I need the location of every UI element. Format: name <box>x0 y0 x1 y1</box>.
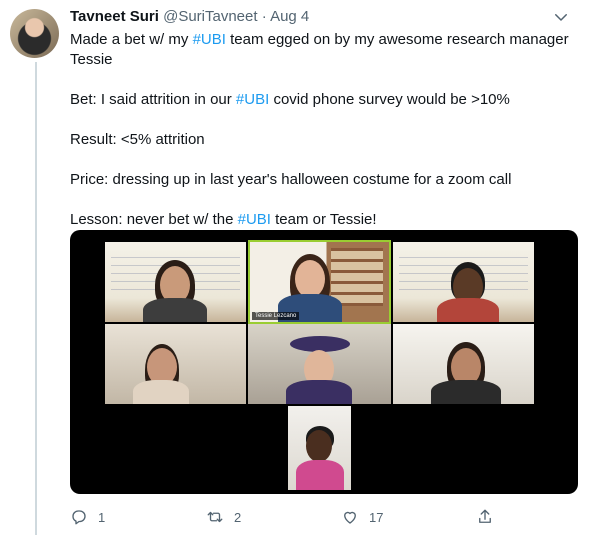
reply-count: 1 <box>98 509 106 525</box>
tweet-line-3: Result: <5% attrition <box>70 131 205 148</box>
retweet-count: 2 <box>234 509 242 525</box>
thread-line <box>35 62 37 535</box>
tweet-line-2: Bet: I said attrition in our #UBI covid … <box>70 91 510 108</box>
share-button[interactable] <box>476 508 494 526</box>
reply-button[interactable]: 1 <box>70 508 105 526</box>
video-tile-active: Tessie Lezcano <box>248 240 391 324</box>
like-icon <box>344 511 356 524</box>
tweet-date[interactable]: Aug 4 <box>270 8 309 25</box>
retweet-icon <box>207 511 223 523</box>
like-button[interactable]: 17 <box>341 508 383 526</box>
action-bar: 1 2 17 <box>70 508 510 528</box>
tweet-line-1: Made a bet w/ my #UBI team egged on by m… <box>70 31 569 68</box>
separator: · <box>261 8 267 25</box>
avatar[interactable] <box>10 9 59 58</box>
video-tile <box>248 324 391 404</box>
share-icon <box>479 509 491 523</box>
participant-nametag: Tessie Lezcano <box>252 312 300 320</box>
reply-icon <box>72 510 86 525</box>
video-tile <box>105 324 246 404</box>
tweet-header: Tavneet Suri @SuriTavneet · Aug 4 <box>70 8 570 28</box>
tweet-line-5: Lesson: never bet w/ the #UBI team or Te… <box>70 211 377 228</box>
tweet-text: Made a bet w/ my #UBI team egged on by m… <box>70 30 580 230</box>
video-tile <box>288 406 351 490</box>
video-tile <box>393 324 534 404</box>
like-count: 17 <box>369 509 384 525</box>
author-handle[interactable]: @SuriTavneet <box>163 8 257 25</box>
author-name[interactable]: Tavneet Suri <box>70 8 159 25</box>
chevron-down-icon[interactable] <box>552 8 570 26</box>
tweet-line-4: Price: dressing up in last year's hallow… <box>70 171 512 188</box>
video-tile <box>393 242 534 322</box>
video-tile <box>105 242 246 322</box>
tweet-media-zoom-screenshot[interactable]: Tessie Lezcano <box>70 230 578 494</box>
retweet-button[interactable]: 2 <box>206 508 241 526</box>
hashtag-link[interactable]: #UBI <box>238 211 271 228</box>
hashtag-link[interactable]: #UBI <box>193 31 226 48</box>
hashtag-link[interactable]: #UBI <box>236 91 269 108</box>
